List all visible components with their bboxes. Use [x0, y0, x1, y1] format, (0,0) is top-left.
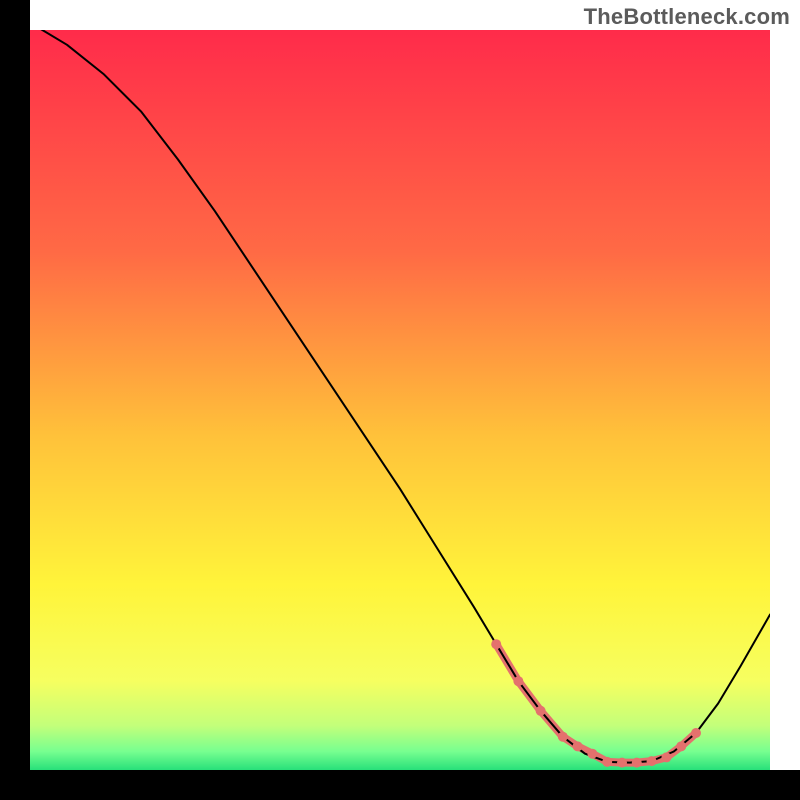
watermark-text: TheBottleneck.com: [584, 4, 790, 30]
bottleneck-chart: [0, 0, 800, 800]
highlight-dot: [617, 758, 627, 768]
highlight-dot: [632, 758, 642, 768]
highlight-dot: [587, 749, 597, 759]
highlight-dot: [573, 741, 583, 751]
highlight-dot: [491, 639, 501, 649]
gradient-background: [30, 30, 770, 770]
highlight-dot: [558, 732, 568, 742]
highlight-dot: [676, 741, 686, 751]
highlight-dot: [661, 752, 671, 762]
highlight-dot: [647, 756, 657, 766]
axis-left: [0, 0, 30, 800]
axis-bottom: [0, 770, 800, 800]
highlight-dot: [691, 728, 701, 738]
highlight-dot: [536, 706, 546, 716]
chart-container: TheBottleneck.com: [0, 0, 800, 800]
highlight-dot: [513, 676, 523, 686]
highlight-dot: [602, 757, 612, 767]
